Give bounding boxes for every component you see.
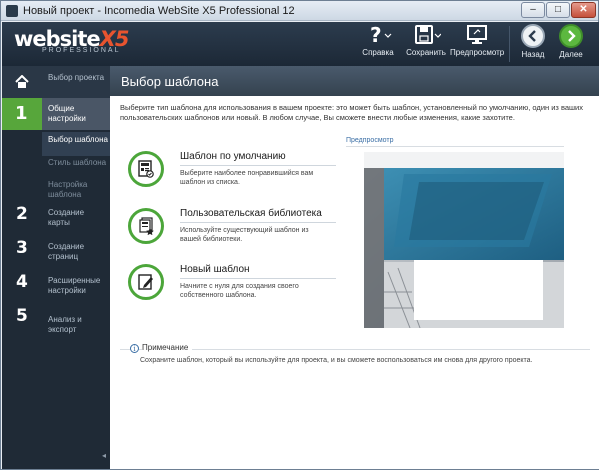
note-title: Примечание — [142, 343, 193, 352]
sidebar-step-1[interactable]: 1 Общие настройки — [2, 98, 110, 130]
sidebar-subitem-template-settings[interactable]: Настройка шаблона — [48, 180, 108, 200]
next-label: Далее — [559, 50, 583, 59]
template-preview-image — [364, 152, 564, 328]
option-default-template[interactable]: Шаблон по умолчанию Выберите наиболее по… — [128, 148, 338, 192]
back-arrow-icon — [521, 24, 545, 48]
step-label: Общие настройки — [48, 104, 86, 123]
option-new-template[interactable]: Новый шаблон Начните с нуля для создания… — [128, 261, 338, 305]
home-icon — [15, 75, 29, 88]
top-toolbar: websiteX5 PROFESSIONAL ? Справка Сохрани… — [2, 22, 599, 66]
step-label: Создание карты — [48, 208, 85, 227]
option-title: Новый шаблон — [180, 264, 250, 275]
step-number: 2 — [16, 204, 28, 224]
save-button[interactable]: Сохранить — [406, 24, 446, 57]
back-button[interactable]: Назад — [515, 24, 551, 59]
intro-text: Выберите тип шаблона для использования в… — [120, 103, 583, 122]
sidebar-step-3[interactable]: 3 Создание страниц — [2, 238, 110, 268]
main-panel: Выбор шаблона Выберите тип шаблона для и… — [110, 66, 599, 469]
step-number: 5 — [16, 306, 28, 326]
sidebar-step-2[interactable]: 2 Создание карты — [2, 204, 110, 234]
maximize-button[interactable]: □ — [546, 2, 570, 18]
window-title: Новый проект - Incomedia WebSite X5 Prof… — [23, 5, 295, 17]
laptop-photo — [364, 152, 564, 328]
app-window: Новый проект - Incomedia WebSite X5 Prof… — [0, 0, 599, 470]
help-icon: ? — [370, 24, 392, 46]
option-title: Пользовательская библиотека — [180, 208, 322, 219]
note-text: Сохраните шаблон, который вы используйте… — [140, 357, 533, 364]
library-icon — [128, 208, 164, 244]
option-description: Начните с нуля для создания своего собст… — [180, 283, 299, 299]
info-icon: i — [130, 344, 139, 353]
toolbar-divider — [509, 26, 510, 62]
page-title: Выбор шаблона — [121, 74, 219, 89]
sidebar-item-project-select[interactable]: Выбор проекта — [2, 66, 110, 98]
collapse-sidebar-icon[interactable]: ◂ — [102, 451, 106, 460]
step-label: Анализ и экспорт — [48, 315, 82, 334]
sidebar: Выбор проекта 1 Общие настройки Выбор ша… — [2, 66, 110, 469]
step-label: Расширенные настройки — [48, 276, 101, 295]
save-icon — [415, 25, 441, 44]
preview-heading: Предпросмотр — [346, 137, 394, 144]
option-description: Выберите наиболее понравившийся вам шабл… — [180, 170, 314, 186]
step-number: 3 — [16, 238, 28, 258]
title-bar: Новый проект - Incomedia WebSite X5 Prof… — [1, 1, 598, 21]
logo: websiteX5 PROFESSIONAL — [14, 27, 129, 54]
next-button[interactable]: Далее — [553, 24, 589, 59]
step-number: 4 — [16, 272, 28, 292]
option-title: Шаблон по умолчанию — [180, 151, 286, 162]
help-button[interactable]: ? Справка — [358, 24, 398, 57]
option-custom-library[interactable]: Пользовательская библиотека Используйте … — [128, 205, 338, 249]
page-header: Выбор шаблона — [110, 66, 599, 96]
sidebar-subitem-template-style[interactable]: Стиль шаблона — [48, 158, 108, 168]
preview-label: Предпросмотр — [450, 48, 505, 57]
monitor-icon — [467, 25, 487, 44]
close-button[interactable]: ✕ — [571, 2, 596, 18]
default-template-icon — [128, 151, 164, 187]
step-label: Создание страниц — [48, 242, 85, 261]
svg-text:?: ? — [370, 24, 382, 46]
sidebar-step-4[interactable]: 4 Расширенные настройки — [2, 272, 110, 302]
option-description: Используйте существующий шаблон из вашей… — [180, 227, 309, 243]
help-label: Справка — [362, 48, 394, 57]
step-number: 1 — [15, 103, 28, 124]
back-label: Назад — [521, 50, 545, 59]
next-arrow-icon — [559, 24, 583, 48]
save-label: Сохранить — [406, 48, 446, 57]
sidebar-item-label: Выбор проекта — [48, 73, 105, 82]
new-template-icon — [128, 264, 164, 300]
sidebar-subitem-template-select[interactable]: Выбор шаблона — [48, 135, 108, 145]
app-icon — [6, 5, 18, 17]
preview-button[interactable]: Предпросмотр — [450, 24, 504, 57]
minimize-button[interactable]: – — [521, 2, 545, 18]
sidebar-step-5[interactable]: 5 Анализ и экспорт — [2, 306, 110, 336]
